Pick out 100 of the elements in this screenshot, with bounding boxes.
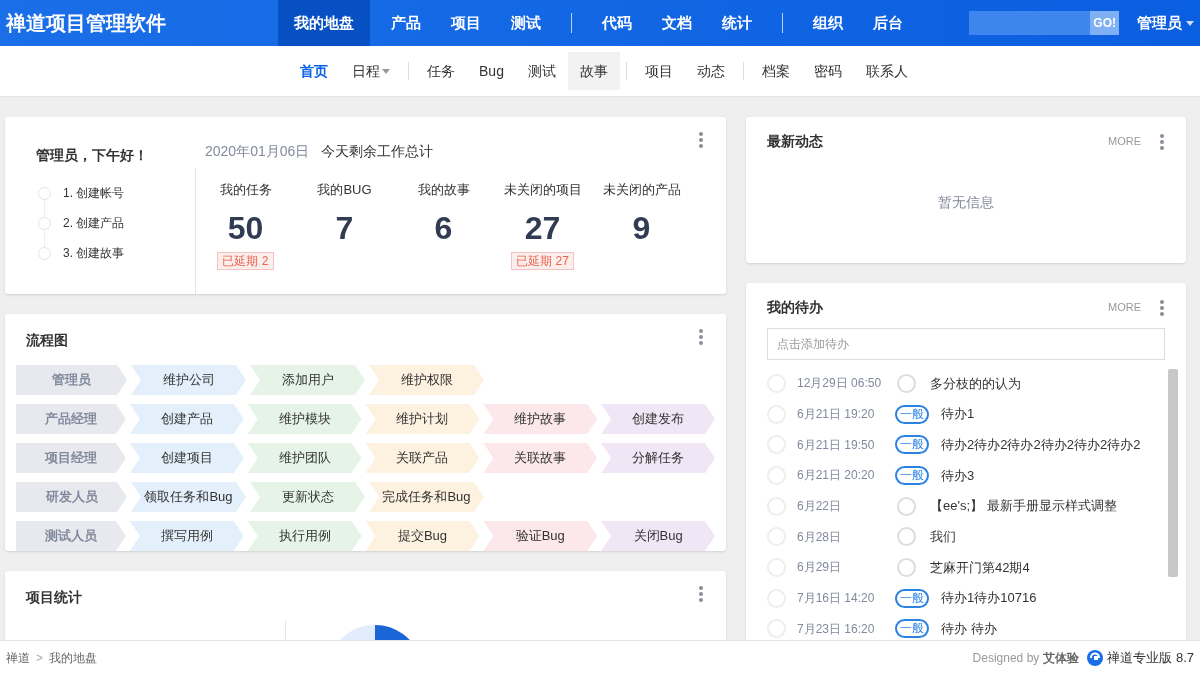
flow-step[interactable]: 添加用户 (250, 365, 365, 395)
sub-nav-tab[interactable]: 动态 (684, 52, 737, 90)
todo-item[interactable]: 6月21日 19:20 一般 待办1 (767, 398, 1156, 430)
more-options-icon[interactable] (1159, 132, 1165, 151)
stat-label: 我的故事 (417, 181, 470, 199)
todo-title: 我们 (930, 528, 956, 547)
sub-nav-tab[interactable]: 密码 (801, 52, 854, 90)
designer-link[interactable]: 艾体验 (1043, 649, 1080, 667)
card-title: 流程图 (26, 332, 68, 348)
flow-step[interactable]: 创建产品 (129, 404, 244, 434)
todo-item[interactable]: 6月21日 20:20 一般 待办3 (767, 460, 1156, 491)
priority-badge: 一般 (895, 465, 929, 485)
flow-step[interactable]: 维护权限 (369, 365, 484, 395)
more-options-icon[interactable] (1159, 298, 1165, 317)
sub-nav-tab[interactable]: 首页 (288, 52, 341, 90)
flow-step[interactable]: 维护故事 (483, 404, 598, 434)
todo-date: 6月21日 19:20 (797, 406, 876, 424)
flow-step[interactable]: 维护公司 (131, 365, 246, 395)
nav-tab[interactable]: 我的地盘 (278, 0, 370, 46)
overdue-badge: 已延期 2 (217, 251, 274, 270)
nav-tab[interactable]: 产品 (376, 0, 436, 46)
todo-item[interactable]: 6月29日 芝麻开门第42期4 (767, 552, 1156, 583)
flow-step[interactable]: 完成任务和Bug (369, 482, 484, 512)
overdue-badge: 已延期 27 (511, 251, 574, 270)
todo-date: 7月16日 14:20 (797, 590, 876, 608)
designed-by-label: Designed by (972, 650, 1040, 667)
caret-icon (382, 68, 391, 74)
scrollbar[interactable] (1168, 369, 1178, 577)
flow-step[interactable]: 创建项目 (129, 443, 244, 473)
setup-step: 1. 创建帐号 (63, 184, 125, 202)
todo-item[interactable]: 6月28日 我们 (767, 521, 1156, 553)
sub-nav-tab[interactable]: 故事 (567, 52, 620, 90)
sub-nav-tab[interactable]: 任务 (415, 52, 468, 90)
priority-badge: 一般 (895, 588, 929, 608)
todo-title: 待办2待办2待办2待办2待办2待办2 (941, 435, 1141, 454)
priority-badge: 一般 (895, 404, 929, 424)
stat-value[interactable]: 6 (434, 205, 453, 250)
todo-date: 6月21日 20:20 (797, 467, 876, 485)
greeting: 管理员，下午好！ (36, 146, 149, 165)
flow-step[interactable]: 提交Bug (365, 521, 480, 551)
nav-tab[interactable]: 组织 (798, 0, 858, 46)
stat-label: 未关闭的项目 (503, 181, 582, 199)
todo-item[interactable]: 12月29日 06:50 多分枝的的认为 (767, 368, 1156, 399)
sub-nav-tab[interactable]: 测试 (515, 52, 568, 90)
stat-label: 未关闭的产品 (602, 181, 681, 199)
more-options-icon[interactable] (698, 328, 704, 346)
flow-step[interactable]: 执行用例 (247, 521, 362, 551)
flow-step[interactable]: 领取任务和Bug (131, 482, 246, 512)
todo-date: 12月29日 06:50 (797, 375, 883, 393)
setup-step: 2. 创建产品 (63, 214, 125, 232)
role-label: 研发人员 (16, 482, 127, 512)
breadcrumb-link[interactable]: 我的地盘 (49, 649, 97, 667)
nav-tab[interactable]: 项目 (436, 0, 496, 46)
todo-date: 6月29日 (797, 559, 843, 577)
sub-nav-tab[interactable]: 项目 (632, 52, 685, 90)
todo-title: 待办1 (941, 405, 975, 424)
flow-step[interactable]: 关联产品 (365, 443, 480, 473)
todo-item[interactable]: 6月21日 19:50 一般 待办2待办2待办2待办2待办2待办2 (767, 429, 1156, 461)
stat-value[interactable]: 7 (335, 205, 354, 250)
flow-step[interactable]: 创建发布 (601, 404, 715, 434)
todo-item[interactable]: 7月23日 16:20 一般 待办 待办 (767, 613, 1156, 640)
sub-nav-tab[interactable]: 档案 (749, 52, 802, 90)
flow-step[interactable]: 维护计划 (365, 404, 480, 434)
sub-nav-tab[interactable]: 联系人 (853, 52, 920, 90)
sub-nav-tab[interactable]: Bug (467, 52, 516, 90)
add-todo-field[interactable]: 点击添加待办 (767, 328, 1165, 360)
flow-step[interactable]: 撰写用例 (129, 521, 244, 551)
nav-tab[interactable]: 统计 (707, 0, 767, 46)
stat-value[interactable]: 50 (227, 205, 264, 250)
flow-step[interactable]: 维护团队 (247, 443, 362, 473)
user-menu[interactable]: 管理员 (1137, 11, 1194, 35)
flow-step[interactable]: 关联故事 (483, 443, 598, 473)
flow-step[interactable]: 更新状态 (250, 482, 365, 512)
sub-nav-tab[interactable]: 日程 (340, 52, 403, 90)
card-title: 项目统计 (26, 589, 82, 605)
stat-value[interactable]: 27 (524, 205, 561, 250)
priority-badge: 一般 (895, 619, 929, 639)
logo-icon (1087, 650, 1104, 666)
breadcrumb-link[interactable]: 禅道 (6, 649, 30, 667)
flow-step[interactable]: 验证Bug (483, 521, 598, 551)
nav-tab[interactable]: 文档 (647, 0, 707, 46)
todo-item[interactable]: 6月22日 【ee's;】 最新手册显示样式调整 (767, 490, 1156, 522)
nav-tab[interactable]: 测试 (496, 0, 556, 46)
nav-tab[interactable]: 代码 (587, 0, 647, 46)
todo-date: 7月23日 16:20 (797, 620, 876, 638)
more-options-icon[interactable] (698, 585, 704, 603)
flow-step[interactable]: 分解任务 (601, 443, 715, 473)
card-title: 我的待办 (767, 298, 823, 317)
stat-label: 我的BUG (317, 181, 372, 199)
todo-title: 【ee's;】 最新手册显示样式调整 (930, 497, 1117, 516)
flow-step[interactable]: 维护模块 (247, 404, 362, 434)
stat-value[interactable]: 9 (632, 205, 651, 250)
todo-checkbox[interactable] (767, 619, 786, 639)
caret-icon (1186, 20, 1194, 26)
more-options-icon[interactable] (698, 131, 704, 149)
todo-title: 待办3 (941, 466, 975, 485)
todo-date: 6月28日 (797, 528, 843, 546)
flow-step[interactable]: 关闭Bug (601, 521, 715, 551)
todo-item[interactable]: 7月16日 14:20 一般 待办1待办10716 (767, 582, 1156, 614)
nav-tab[interactable]: 后台 (858, 0, 918, 46)
